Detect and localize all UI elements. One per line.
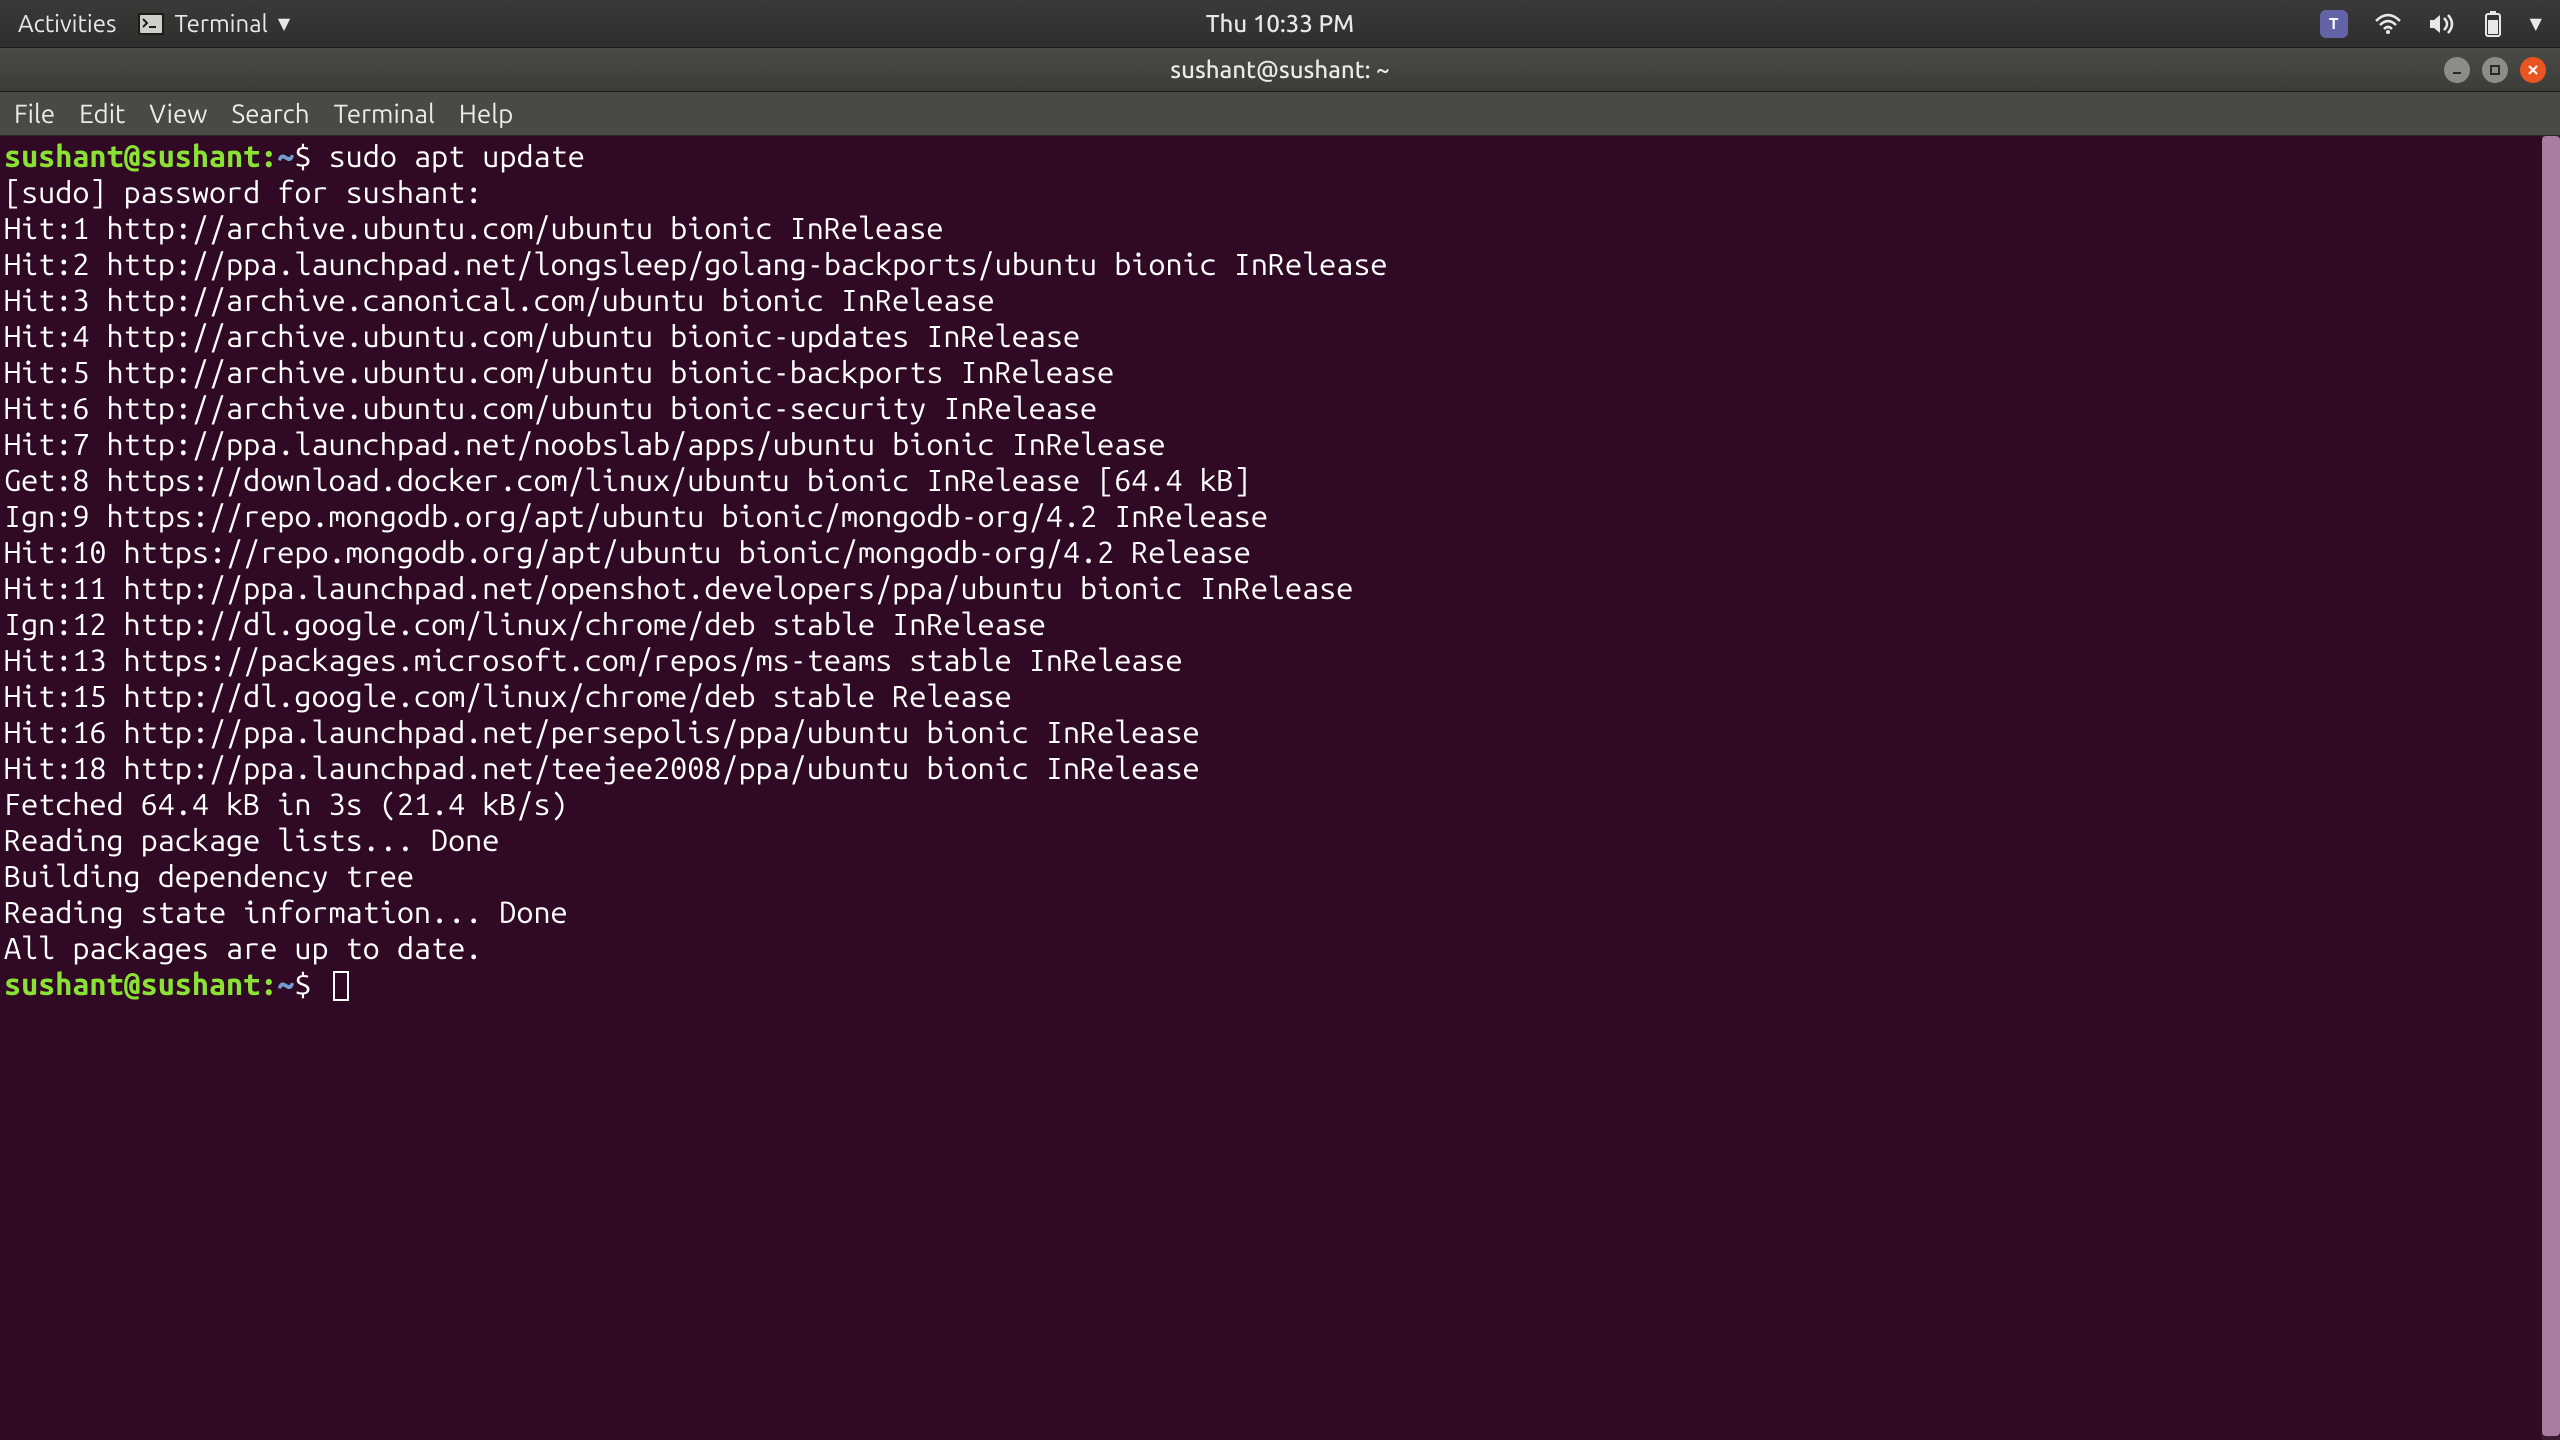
battery-icon[interactable] [2482,10,2504,38]
prompt-sep: : [260,967,277,1001]
window-title: sushant@sushant: ~ [1170,56,1389,83]
minimize-button[interactable] [2444,57,2470,83]
close-button[interactable] [2520,57,2546,83]
menu-view[interactable]: View [149,99,207,128]
output-line: Hit:15 http://dl.google.com/linux/chrome… [4,679,1012,713]
output-line: Hit:10 https://repo.mongodb.org/apt/ubun… [4,535,1251,569]
output-line: Hit:16 http://ppa.launchpad.net/persepol… [4,715,1200,749]
active-app-indicator[interactable]: Terminal ▼ [138,10,290,37]
teams-tray-icon[interactable]: T [2320,10,2348,38]
output-line: Ign:12 http://dl.google.com/linux/chrome… [4,607,1046,641]
menu-edit[interactable]: Edit [79,99,125,128]
activities-button[interactable]: Activities [18,10,116,37]
output-line: [sudo] password for sushant: [4,175,499,209]
output-line: Hit:5 http://archive.ubuntu.com/ubuntu b… [4,355,1114,389]
menu-file[interactable]: File [14,99,55,128]
system-menu-chevron-icon[interactable]: ▼ [2530,14,2542,33]
prompt-dollar: $ [294,139,311,173]
prompt-path: ~ [277,139,294,173]
window-titlebar: sushant@sushant: ~ [0,48,2560,92]
prompt-dollar: $ [294,967,311,1001]
terminal-icon [138,13,164,35]
output-line: Hit:2 http://ppa.launchpad.net/longsleep… [4,247,1387,281]
output-line: Hit:11 http://ppa.launchpad.net/openshot… [4,571,1353,605]
prompt-user: sushant@sushant [4,967,260,1001]
gnome-topbar: Activities Terminal ▼ Thu 10:33 PM T ▼ [0,0,2560,48]
menu-terminal[interactable]: Terminal [334,99,435,128]
prompt-sep: : [260,139,277,173]
window-controls [2444,57,2546,83]
output-line: Hit:6 http://archive.ubuntu.com/ubuntu b… [4,391,1097,425]
wifi-icon[interactable] [2374,13,2402,35]
clock[interactable]: Thu 10:33 PM [1206,10,1355,37]
prompt-path: ~ [277,967,294,1001]
menu-help[interactable]: Help [459,99,514,128]
output-line: Hit:7 http://ppa.launchpad.net/noobslab/… [4,427,1165,461]
active-app-name: Terminal [174,10,267,37]
output-line: Reading state information... Done [4,895,568,929]
scrollbar-thumb[interactable] [2542,136,2560,1436]
command-text: sudo apt update [329,139,585,173]
maximize-button[interactable] [2482,57,2508,83]
output-line: Building dependency tree [4,859,414,893]
output-line: Hit:4 http://archive.ubuntu.com/ubuntu b… [4,319,1080,353]
output-line: Hit:1 http://archive.ubuntu.com/ubuntu b… [4,211,943,245]
output-line: Get:8 https://download.docker.com/linux/… [4,463,1251,497]
terminal-menubar: File Edit View Search Terminal Help [0,92,2560,136]
output-line: Fetched 64.4 kB in 3s (21.4 kB/s) [4,787,568,821]
output-line: Hit:3 http://archive.canonical.com/ubunt… [4,283,995,317]
menu-search[interactable]: Search [231,99,309,128]
terminal-viewport[interactable]: sushant@sushant:~$ sudo apt update [sudo… [0,136,2560,1440]
output-line: Hit:13 https://packages.microsoft.com/re… [4,643,1183,677]
output-line: Ign:9 https://repo.mongodb.org/apt/ubunt… [4,499,1268,533]
output-line: All packages are up to date. [4,931,482,965]
output-line: Hit:18 http://ppa.launchpad.net/teejee20… [4,751,1200,785]
prompt-user: sushant@sushant [4,139,260,173]
output-line: Reading package lists... Done [4,823,499,857]
chevron-down-icon: ▼ [278,14,290,33]
cursor-icon [333,971,349,1001]
volume-icon[interactable] [2428,12,2456,36]
